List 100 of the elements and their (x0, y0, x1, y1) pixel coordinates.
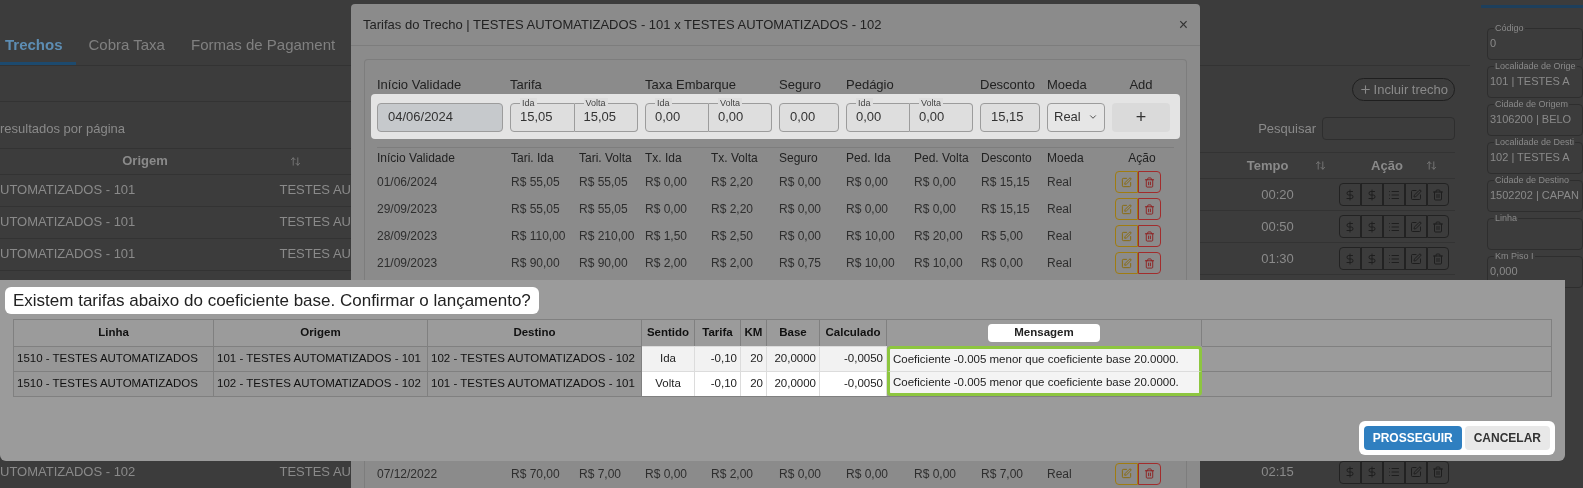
table-cell-text: 28/09/2023 (377, 228, 439, 245)
modal-title: Tarifas do Trecho | TESTES AUTOMATIZADOS - 101 x TESTES AUTOMATIZADOS - 102 (363, 15, 882, 34)
field-label: Linha (1494, 213, 1519, 224)
table-cell-text: R$ 15,15 (981, 201, 1031, 218)
column-header: Desconto (981, 150, 1033, 167)
sort-icon (1315, 160, 1326, 171)
column-header: Ação (1127, 150, 1157, 167)
edit-button[interactable] (1115, 225, 1138, 247)
edit-icon (1121, 468, 1132, 479)
table-cell: Coeficiente -0.005 menor que coeficiente base 20.0000. (887, 346, 1202, 371)
field-label: Ida (655, 97, 672, 109)
dollar-icon (1366, 252, 1378, 265)
field-label: Código (1494, 23, 1525, 34)
trash-icon (1144, 176, 1155, 188)
table-cell: 20 (741, 371, 767, 396)
table-cell: -0,10 (695, 346, 741, 371)
sort-icon (290, 155, 301, 167)
column-header: Ped. Ida (846, 150, 892, 167)
field-value: 102 | TESTES A (1490, 150, 1571, 164)
field-value: 0,00 (655, 108, 682, 125)
dollar-icon (1366, 220, 1378, 233)
table-cell-text: R$ 0,00 (779, 174, 823, 191)
action-button[interactable] (1361, 460, 1383, 484)
dollar-icon (1344, 188, 1356, 201)
table-cell: -0,0050 (820, 346, 887, 371)
column-header: Tempo (1245, 156, 1290, 175)
column-header: Seguro (779, 150, 819, 167)
search-label: Pesquisar (1258, 119, 1316, 138)
table-cell-text: Real (1047, 255, 1073, 272)
currency-select[interactable]: Real (1047, 102, 1105, 132)
add-button[interactable]: + (1112, 102, 1170, 132)
field-label: Volta (583, 97, 608, 109)
column-header: Origem (121, 152, 169, 171)
field-label: Início Validade (377, 76, 463, 94)
field-value: 3106200 | BELO (1490, 112, 1573, 126)
field-value: 15,05 (520, 108, 554, 125)
table-cell: 101 - TESTES AUTOMATIZADOS - 101 (214, 346, 428, 371)
field-label: Seguro (779, 76, 822, 94)
table-cell-text: R$ 15,15 (981, 174, 1031, 191)
table-cell-text: R$ 0,00 (846, 465, 890, 483)
list-icon (1388, 252, 1400, 265)
delete-button[interactable] (1138, 225, 1161, 247)
column-header: Tarifa (702, 325, 733, 341)
table-cell: 20,0000 (767, 346, 820, 371)
table-cell-text: 00:50 (1260, 217, 1295, 236)
edit-button[interactable] (1115, 252, 1138, 274)
table-cell: Volta (642, 371, 695, 396)
table-cell: Ida (642, 346, 695, 371)
tab[interactable]: Trechos (0, 29, 76, 65)
edit-button[interactable] (1115, 198, 1138, 220)
close-button[interactable]: × (1178, 12, 1188, 37)
column-header: KM (744, 325, 763, 341)
trash-icon (1432, 466, 1444, 478)
field-label: Moeda (1047, 76, 1088, 94)
table-cell-text: R$ 0,00 (914, 465, 958, 483)
list-icon (1388, 188, 1400, 201)
tab[interactable]: Formas de Pagament (177, 29, 349, 65)
table-cell-text: R$ 10,00 (914, 255, 964, 272)
edit-icon (1121, 203, 1132, 215)
column-header: Início Validade (377, 150, 456, 167)
input-field[interactable]: 15,15 (980, 102, 1040, 132)
field-value: 0 (1490, 36, 1498, 50)
field-value: 0,00 (856, 108, 883, 125)
edit-icon (1121, 176, 1132, 188)
sort-icon (1426, 160, 1437, 171)
field-label: Volta (919, 97, 944, 109)
delete-button[interactable] (1138, 252, 1161, 274)
edit-button[interactable] (1115, 462, 1138, 485)
table-cell-text: 01/06/2024 (377, 174, 439, 191)
trash-icon (1432, 188, 1444, 201)
table-cell-text: R$ 110,00 (511, 228, 567, 245)
action-button[interactable] (1427, 460, 1449, 484)
field-label: Tarifa (510, 76, 543, 94)
column-header: Sentido (646, 325, 690, 341)
proceed-button[interactable]: PROSSEGUIR (1363, 426, 1462, 450)
table-cell-text: UTOMATIZADOS - 102 (0, 463, 137, 482)
delete-button[interactable] (1138, 198, 1161, 220)
input-field[interactable]: 0,00 (779, 102, 839, 132)
action-button[interactable] (1405, 460, 1427, 484)
table-cell-text: R$ 90,00 (579, 255, 629, 272)
column-header: Tx. Ida (645, 150, 683, 167)
table-cell-text: R$ 0,75 (779, 255, 823, 272)
delete-button[interactable] (1138, 171, 1161, 193)
table-cell: -0,10 (695, 371, 741, 396)
field-label: Localidade de Desti (1494, 137, 1576, 148)
action-button[interactable] (1383, 460, 1405, 484)
field-label: Add (1128, 76, 1154, 94)
field-value: 0,000 (1490, 264, 1519, 278)
column-header: Destino (513, 325, 556, 341)
edit-button[interactable] (1115, 171, 1138, 193)
dollar-icon (1366, 188, 1378, 201)
table-cell-text: TESTES AU (278, 181, 351, 200)
delete-button[interactable] (1138, 462, 1161, 485)
table-cell: -0,0050 (820, 371, 887, 396)
tab[interactable]: Cobra Taxa (75, 29, 178, 65)
table-cell-text: R$ 55,05 (511, 201, 561, 218)
cancel-button[interactable]: CANCELAR (1464, 426, 1550, 450)
table-cell-text: 07/12/2022 (377, 465, 439, 483)
table-cell-text: R$ 0,00 (779, 201, 823, 218)
table-cell-text: R$ 0,00 (645, 174, 689, 191)
